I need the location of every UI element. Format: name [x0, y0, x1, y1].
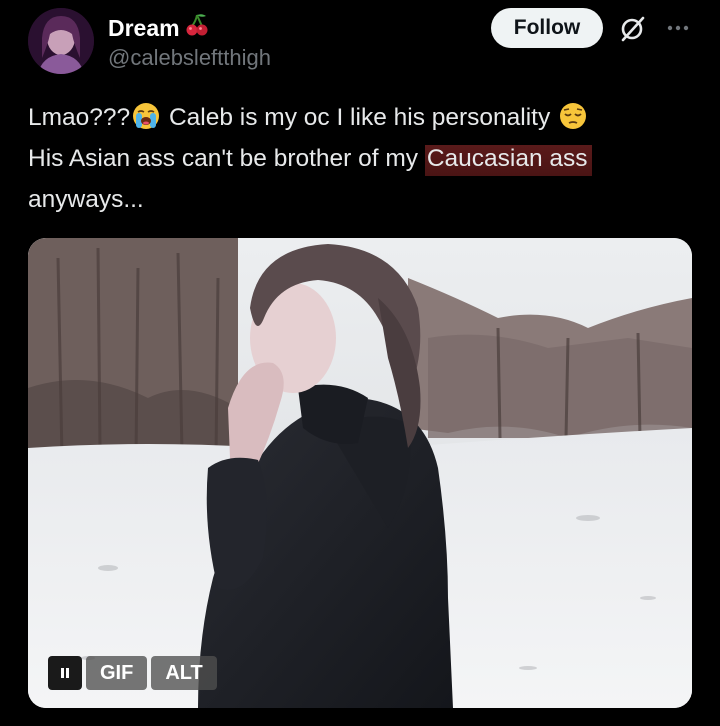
tweet-line-1: Lmao??? Caleb is my oc I like his person… [28, 97, 698, 138]
tweet-text-segment: Lmao??? [28, 104, 131, 131]
alt-badge[interactable]: ALT [151, 656, 217, 690]
avatar[interactable] [28, 8, 94, 74]
tweet-line-2: His Asian ass can't be brother of my Cau… [28, 138, 698, 179]
media-badges: GIF ALT [48, 656, 217, 690]
pensive-face-icon [559, 102, 587, 130]
handle[interactable]: @calebsleftthigh [108, 45, 271, 71]
pause-icon[interactable] [48, 656, 82, 690]
tweet-line-3: anyways... [28, 186, 144, 213]
tweet-media-gif[interactable]: GIF ALT [28, 238, 692, 708]
tweet-text-segment: Caleb is my oc I like his personality [162, 104, 558, 131]
tweet-text-segment: His Asian ass can't be brother of my [28, 145, 425, 172]
gif-badge: GIF [86, 656, 148, 690]
author-name-row[interactable]: Dream [108, 12, 210, 44]
tweet-text: Lmao??? Caleb is my oc I like his person… [28, 97, 698, 220]
grok-icon[interactable] [617, 14, 647, 44]
more-icon[interactable] [666, 16, 690, 40]
follow-button[interactable]: Follow [491, 8, 603, 48]
loudly-crying-face-icon [132, 102, 160, 130]
cherries-icon [184, 12, 210, 44]
highlighted-text: Caucasian ass [424, 145, 592, 176]
display-name[interactable]: Dream [108, 14, 180, 42]
